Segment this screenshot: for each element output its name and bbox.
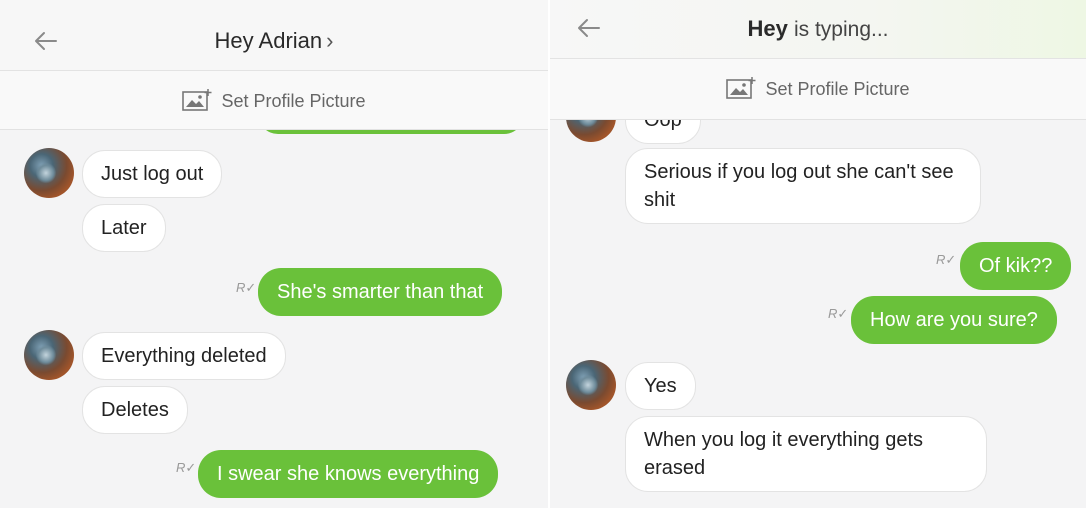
message-list: Oop Serious if you log out she can't see… [550, 120, 1086, 508]
message-bubble-incoming[interactable]: Yes [625, 362, 696, 410]
chat-title: Hey [747, 16, 788, 41]
message-bubble-incoming[interactable]: Deletes [82, 386, 188, 434]
chat-title-button[interactable]: Hey Adrian › [0, 28, 548, 54]
message-bubble-outgoing[interactable]: Of kik?? [960, 242, 1072, 290]
read-receipt-icon: R✓ [176, 460, 197, 475]
set-profile-picture-bar[interactable]: Set Profile Picture [550, 59, 1086, 120]
message-bubble-outgoing[interactable]: How are you sure? [851, 296, 1057, 344]
right-chat-panel: Hey is typing... Set Profile Picture Oop… [550, 0, 1086, 508]
left-chat-panel: Hey Adrian › Set Profile Picture Just log… [0, 0, 548, 508]
message-bubble-outgoing[interactable]: She's smarter than that [258, 268, 503, 316]
contact-avatar[interactable] [566, 120, 616, 142]
picture-add-icon [182, 89, 212, 111]
typing-indicator: is typing... [793, 18, 889, 41]
message-bubble-incoming[interactable]: When you log it everything gets erased [625, 416, 987, 492]
chat-header: Hey Adrian › [0, 0, 548, 71]
message-bubble-clipped[interactable] [258, 130, 524, 134]
chat-title-button[interactable]: Hey is typing... [550, 16, 1086, 42]
chevron-right-icon: › [326, 28, 334, 53]
contact-avatar[interactable] [566, 360, 616, 410]
set-profile-picture-label: Set Profile Picture [765, 79, 910, 99]
read-receipt-icon: R✓ [828, 306, 849, 321]
contact-avatar[interactable] [24, 330, 74, 380]
read-receipt-icon: R✓ [936, 252, 957, 267]
message-bubble-incoming[interactable]: Later [82, 204, 166, 252]
set-profile-picture-label: Set Profile Picture [221, 91, 366, 111]
message-bubble-incoming[interactable]: Serious if you log out she can't see shi… [625, 148, 981, 224]
message-bubble-incoming[interactable]: Everything deleted [82, 332, 286, 380]
set-profile-picture-bar[interactable]: Set Profile Picture [0, 71, 548, 130]
picture-add-icon [726, 77, 756, 99]
message-bubble-incoming[interactable]: Just log out [82, 150, 223, 198]
message-list: Just log out Later R✓ She's smarter than… [0, 130, 548, 508]
chat-title: Hey Adrian [214, 28, 323, 53]
read-receipt-icon: R✓ [236, 280, 257, 295]
contact-avatar[interactable] [24, 148, 74, 198]
message-bubble-outgoing[interactable]: I swear she knows everything [198, 450, 499, 498]
chat-header: Hey is typing... [550, 0, 1086, 59]
message-bubble-incoming[interactable]: Oop [625, 120, 701, 144]
